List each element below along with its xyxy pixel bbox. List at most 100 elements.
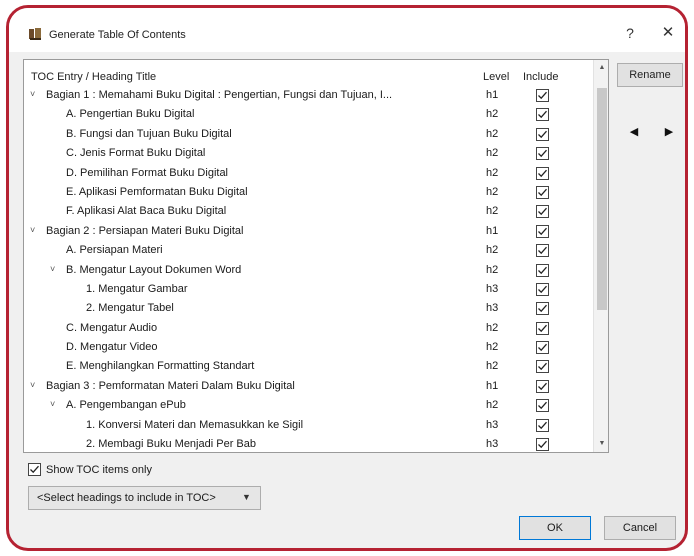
include-checkbox[interactable] (536, 205, 549, 219)
toc-entry-title[interactable]: Bagian 1 : Memahami Buku Digital : Penge… (46, 89, 474, 101)
column-header-include[interactable]: Include (523, 71, 558, 83)
heading-level[interactable]: h2 (486, 322, 498, 334)
table-row[interactable]: 1. Mengatur Gambar h3 (24, 280, 592, 299)
table-row[interactable]: D. Mengatur Video h2 (24, 338, 592, 357)
expand-chevron-icon[interactable]: ˅ (50, 399, 55, 409)
heading-level[interactable]: h2 (486, 399, 498, 411)
heading-level[interactable]: h2 (486, 244, 498, 256)
close-button[interactable]: ✕ (655, 22, 681, 44)
help-button[interactable]: ? (619, 22, 641, 44)
include-checkbox[interactable] (536, 108, 549, 122)
table-row[interactable]: F. Aplikasi Alat Baca Buku Digital h2 (24, 202, 592, 221)
heading-level[interactable]: h2 (486, 167, 498, 179)
table-row[interactable]: 2. Mengatur Tabel h3 (24, 299, 592, 318)
table-row[interactable]: D. Pemilihan Format Buku Digital h2 (24, 164, 592, 183)
show-toc-checkbox[interactable] (28, 463, 41, 476)
column-header-title[interactable]: TOC Entry / Heading Title (31, 71, 156, 83)
heading-level[interactable]: h2 (486, 186, 498, 198)
decrease-level-button[interactable]: ◀ (624, 123, 644, 141)
column-header-level[interactable]: Level (483, 71, 509, 83)
rename-button[interactable]: Rename (617, 63, 683, 87)
include-checkbox[interactable] (536, 341, 549, 355)
toc-entry-title[interactable]: 2. Membagi Buku Menjadi Per Bab (86, 438, 474, 450)
include-checkbox[interactable] (536, 185, 549, 199)
table-row[interactable]: 1. Konversi Materi dan Memasukkan ke Sig… (24, 416, 592, 435)
include-checkbox[interactable] (536, 244, 549, 258)
table-row[interactable]: ˅ Bagian 1 : Memahami Buku Digital : Peng… (24, 86, 592, 105)
include-checkbox[interactable] (536, 89, 549, 102)
cancel-button[interactable]: Cancel (604, 516, 676, 540)
toc-entry-title[interactable]: C. Jenis Format Buku Digital (66, 147, 474, 159)
include-checkbox[interactable] (536, 224, 549, 238)
table-row[interactable]: ˅ B. Mengatur Layout Dokumen Word h2 (24, 261, 592, 280)
include-checkbox[interactable] (536, 399, 549, 413)
include-checkbox[interactable] (536, 321, 549, 335)
heading-level[interactable]: h3 (486, 419, 498, 431)
heading-level[interactable]: h1 (486, 225, 498, 237)
increase-level-button[interactable]: ▶ (659, 123, 679, 141)
scroll-down-icon[interactable]: ▼ (594, 436, 608, 452)
heading-level[interactable]: h3 (486, 438, 498, 450)
heading-level[interactable]: h1 (486, 89, 498, 101)
checkmark-icon (538, 111, 547, 119)
heading-level[interactable]: h2 (486, 341, 498, 353)
include-checkbox[interactable] (536, 302, 549, 316)
include-checkbox[interactable] (536, 127, 549, 141)
include-checkbox[interactable] (536, 166, 549, 180)
toc-entry-title[interactable]: Bagian 3 : Pemformatan Materi Dalam Buku… (46, 380, 474, 392)
toc-entry-title[interactable]: C. Mengatur Audio (66, 322, 474, 334)
heading-select-dropdown[interactable]: <Select headings to include in TOC> ▼ (28, 486, 261, 510)
include-checkbox[interactable] (536, 438, 549, 452)
toc-entry-title[interactable]: D. Pemilihan Format Buku Digital (66, 167, 474, 179)
toc-entry-title[interactable]: A. Pengertian Buku Digital (66, 108, 474, 120)
heading-level[interactable]: h1 (486, 380, 498, 392)
include-checkbox[interactable] (536, 379, 549, 393)
include-checkbox[interactable] (536, 147, 549, 161)
heading-level[interactable]: h3 (486, 302, 498, 314)
table-row[interactable]: A. Persiapan Materi h2 (24, 241, 592, 260)
toc-entry-title[interactable]: E. Aplikasi Pemformatan Buku Digital (66, 186, 474, 198)
table-row[interactable]: A. Pengertian Buku Digital h2 (24, 105, 592, 124)
toc-entry-title[interactable]: A. Pengembangan ePub (66, 399, 474, 411)
toc-entry-title[interactable]: 1. Konversi Materi dan Memasukkan ke Sig… (86, 419, 474, 431)
toc-entry-title[interactable]: A. Persiapan Materi (66, 244, 474, 256)
table-row[interactable]: ˅ Bagian 2 : Persiapan Materi Buku Digita… (24, 222, 592, 241)
ok-button[interactable]: OK (519, 516, 591, 540)
heading-level[interactable]: h2 (486, 128, 498, 140)
toc-list[interactable]: TOC Entry / Heading Title Level Include … (23, 59, 609, 453)
expand-chevron-icon[interactable]: ˅ (30, 89, 35, 99)
heading-level[interactable]: h2 (486, 360, 498, 372)
checkmark-icon (538, 91, 547, 100)
scroll-thumb[interactable] (597, 88, 607, 310)
include-checkbox[interactable] (536, 263, 549, 277)
toc-entry-title[interactable]: 1. Mengatur Gambar (86, 283, 474, 295)
toc-entry-title[interactable]: Bagian 2 : Persiapan Materi Buku Digital (46, 225, 474, 237)
table-row[interactable]: C. Mengatur Audio h2 (24, 319, 592, 338)
expand-chevron-icon[interactable]: ˅ (30, 225, 35, 235)
toc-entry-title[interactable]: D. Mengatur Video (66, 341, 474, 353)
vertical-scrollbar[interactable]: ▲ ▼ (593, 60, 608, 452)
table-row[interactable]: C. Jenis Format Buku Digital h2 (24, 144, 592, 163)
table-row[interactable]: ˅ Bagian 3 : Pemformatan Materi Dalam Buk… (24, 377, 592, 396)
expand-chevron-icon[interactable]: ˅ (50, 264, 55, 274)
heading-level[interactable]: h3 (486, 283, 498, 295)
heading-level[interactable]: h2 (486, 264, 498, 276)
expand-chevron-icon[interactable]: ˅ (30, 380, 35, 390)
table-row[interactable]: B. Fungsi dan Tujuan Buku Digital h2 (24, 125, 592, 144)
include-checkbox[interactable] (536, 282, 549, 296)
scroll-up-icon[interactable]: ▲ (594, 60, 608, 76)
toc-entry-title[interactable]: B. Mengatur Layout Dokumen Word (66, 264, 474, 276)
include-checkbox[interactable] (536, 418, 549, 432)
heading-level[interactable]: h2 (486, 205, 498, 217)
toc-entry-title[interactable]: B. Fungsi dan Tujuan Buku Digital (66, 128, 474, 140)
toc-entry-title[interactable]: E. Menghilangkan Formatting Standart (66, 360, 474, 372)
table-row[interactable]: ˅ A. Pengembangan ePub h2 (24, 396, 592, 415)
table-row[interactable]: E. Aplikasi Pemformatan Buku Digital h2 (24, 183, 592, 202)
heading-level[interactable]: h2 (486, 147, 498, 159)
table-row[interactable]: 2. Membagi Buku Menjadi Per Bab h3 (24, 435, 592, 452)
toc-entry-title[interactable]: F. Aplikasi Alat Baca Buku Digital (66, 205, 474, 217)
heading-level[interactable]: h2 (486, 108, 498, 120)
include-checkbox[interactable] (536, 360, 549, 374)
toc-entry-title[interactable]: 2. Mengatur Tabel (86, 302, 474, 314)
table-row[interactable]: E. Menghilangkan Formatting Standart h2 (24, 357, 592, 376)
